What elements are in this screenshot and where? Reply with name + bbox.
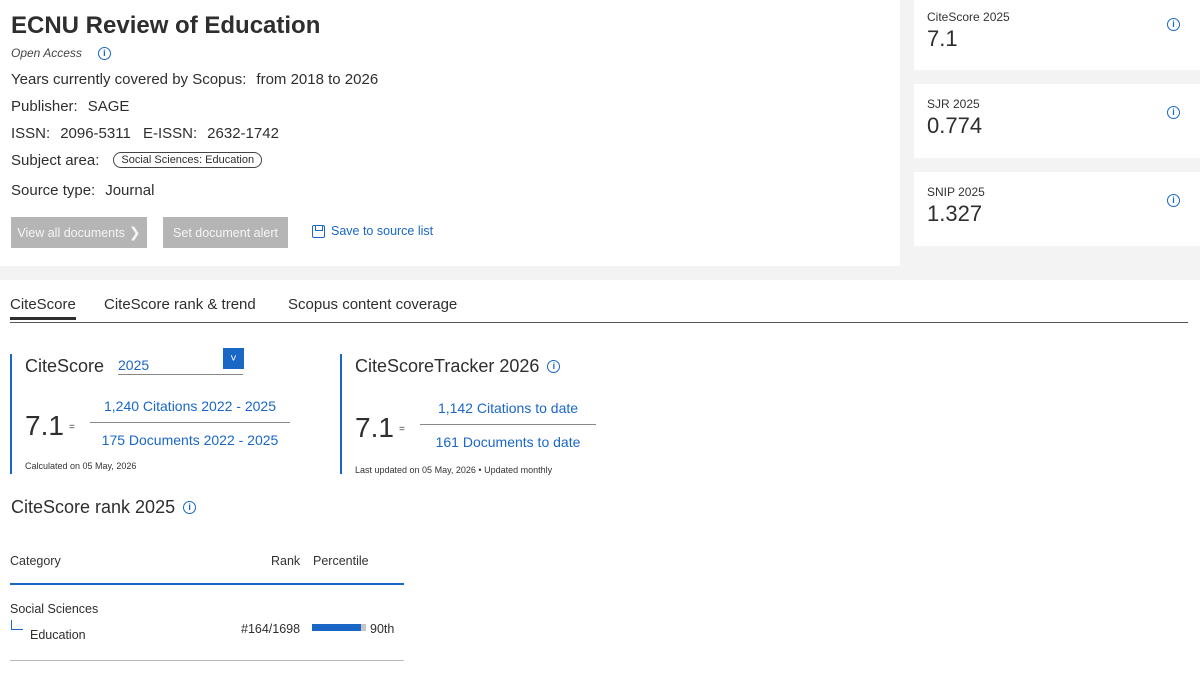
save-to-source-list-link[interactable]: Save to source list bbox=[312, 224, 433, 238]
journal-info-panel: ECNU Review of Education Open Access i Y… bbox=[0, 0, 900, 266]
source-type-value: Journal bbox=[105, 182, 155, 199]
issn-value: 2096-5311 bbox=[60, 125, 131, 142]
tree-connector-icon bbox=[11, 620, 23, 630]
metric-label: SNIP 2025 bbox=[927, 185, 985, 199]
subject-chip[interactable]: Social Sciences: Education bbox=[113, 152, 263, 168]
rank-title-text: CiteScore rank 2025 bbox=[11, 497, 176, 517]
publisher: Publisher: SAGE bbox=[11, 98, 129, 115]
percentile-value: 90th bbox=[370, 622, 395, 636]
info-icon[interactable]: i bbox=[1167, 194, 1180, 207]
tracker-title: CiteScoreTracker 2026 i bbox=[355, 356, 561, 377]
category-name: Social Sciences bbox=[10, 602, 99, 616]
tracker-citations-link[interactable]: 1,142 Citations to date bbox=[420, 400, 596, 425]
tab-citescore[interactable]: CiteScore bbox=[10, 296, 76, 320]
tracker-value: 7.1 bbox=[355, 412, 394, 443]
tracker-fraction: 1,142 Citations to date 161 Documents to… bbox=[420, 400, 596, 450]
open-access-text: Open Access bbox=[11, 46, 82, 60]
tracker-title-text: CiteScoreTracker 2026 bbox=[355, 356, 540, 376]
citescore-fraction: 1,240 Citations 2022 - 2025 175 Document… bbox=[90, 398, 290, 448]
chevron-right-icon: ❯ bbox=[128, 224, 141, 240]
equals-sign: = bbox=[399, 424, 405, 435]
issn: ISSN: 2096-5311 E-ISSN: 2632-1742 bbox=[11, 125, 279, 142]
subject-label: Subject area: bbox=[11, 152, 100, 169]
view-all-documents-button[interactable]: View all documents ❯ bbox=[11, 217, 147, 248]
rank-table-header: Category Rank Percentile bbox=[10, 553, 404, 585]
percentile-bar bbox=[312, 624, 366, 631]
documents-link[interactable]: 175 Documents 2022 - 2025 bbox=[90, 423, 290, 448]
publisher-value: SAGE bbox=[87, 98, 130, 115]
tracker-documents-link[interactable]: 161 Documents to date bbox=[420, 425, 596, 450]
citescore-tracker-block: CiteScoreTracker 2026 i 7.1 = 1,142 Cita… bbox=[340, 354, 640, 475]
metric-value: 0.774 bbox=[927, 113, 983, 138]
sjr-card: SJR 2025 0.774 i bbox=[914, 84, 1200, 158]
metric-value: 1.327 bbox=[927, 201, 983, 226]
calculated-note: Calculated on 05 May, 2026 bbox=[25, 461, 137, 471]
info-icon[interactable]: i bbox=[1167, 18, 1180, 31]
source-type: Source type: Journal bbox=[11, 182, 154, 199]
set-document-alert-button[interactable]: Set document alert bbox=[163, 217, 288, 248]
info-icon[interactable]: i bbox=[547, 360, 561, 373]
chevron-down-icon[interactable]: ˅ bbox=[223, 348, 244, 369]
save-icon bbox=[312, 224, 325, 238]
years-value: from 2018 to 2026 bbox=[256, 71, 379, 88]
citescore-rank-title: CiteScore rank 2025 i bbox=[11, 497, 197, 518]
citescore-title: CiteScore bbox=[25, 356, 105, 376]
info-icon[interactable]: i bbox=[1167, 106, 1180, 119]
percentile-bar-fill bbox=[312, 624, 361, 631]
citescore-block: CiteScore 2025 ˅ 7.1 = 1,240 Citations 2… bbox=[10, 348, 310, 474]
metric-label: CiteScore 2025 bbox=[927, 10, 1010, 24]
publisher-label: Publisher: bbox=[11, 98, 78, 115]
citescore-value: 7.1 bbox=[25, 410, 64, 441]
subcategory-name: Education bbox=[30, 628, 86, 642]
header-percentile: Percentile bbox=[313, 554, 369, 568]
view-all-label: View all documents bbox=[17, 225, 125, 240]
years-covered: Years currently covered by Scopus: from 2… bbox=[11, 71, 378, 88]
header-category: Category bbox=[10, 554, 61, 568]
save-to-list-label: Save to source list bbox=[331, 224, 434, 238]
header-rank: Rank bbox=[271, 554, 301, 568]
citations-link[interactable]: 1,240 Citations 2022 - 2025 bbox=[90, 398, 290, 423]
open-access-label: Open Access i bbox=[11, 46, 111, 60]
equals-sign: = bbox=[69, 422, 75, 433]
source-type-label: Source type: bbox=[11, 182, 96, 199]
tab-scopus-content-coverage[interactable]: Scopus content coverage bbox=[288, 296, 457, 319]
info-icon[interactable]: i bbox=[183, 501, 197, 514]
tab-citescore-rank-trend[interactable]: CiteScore rank & trend bbox=[104, 296, 256, 319]
tracker-note: Last updated on 05 May, 2026 • Updated m… bbox=[355, 465, 553, 475]
info-icon[interactable]: i bbox=[97, 46, 111, 60]
eissn-label: E-ISSN: bbox=[142, 125, 198, 142]
rank-value: #164/1698 bbox=[241, 622, 301, 636]
tab-bar: CiteScore CiteScore rank & trend Scopus … bbox=[10, 296, 1188, 323]
rank-table: Category Rank Percentile Social Sciences… bbox=[10, 553, 404, 661]
snip-card: SNIP 2025 1.327 i bbox=[914, 172, 1200, 246]
citescore-card: CiteScore 2025 7.1 i bbox=[914, 0, 1200, 70]
eissn-value: 2632-1742 bbox=[207, 125, 279, 142]
issn-label: ISSN: bbox=[11, 125, 51, 142]
years-label: Years currently covered by Scopus: bbox=[11, 71, 247, 88]
subject-area: Subject area: Social Sciences: Education bbox=[11, 152, 263, 169]
table-row: Social Sciences Education #164/1698 90th bbox=[10, 585, 404, 661]
metric-value: 7.1 bbox=[927, 26, 958, 51]
journal-title: ECNU Review of Education bbox=[11, 12, 321, 39]
metric-label: SJR 2025 bbox=[927, 97, 980, 111]
